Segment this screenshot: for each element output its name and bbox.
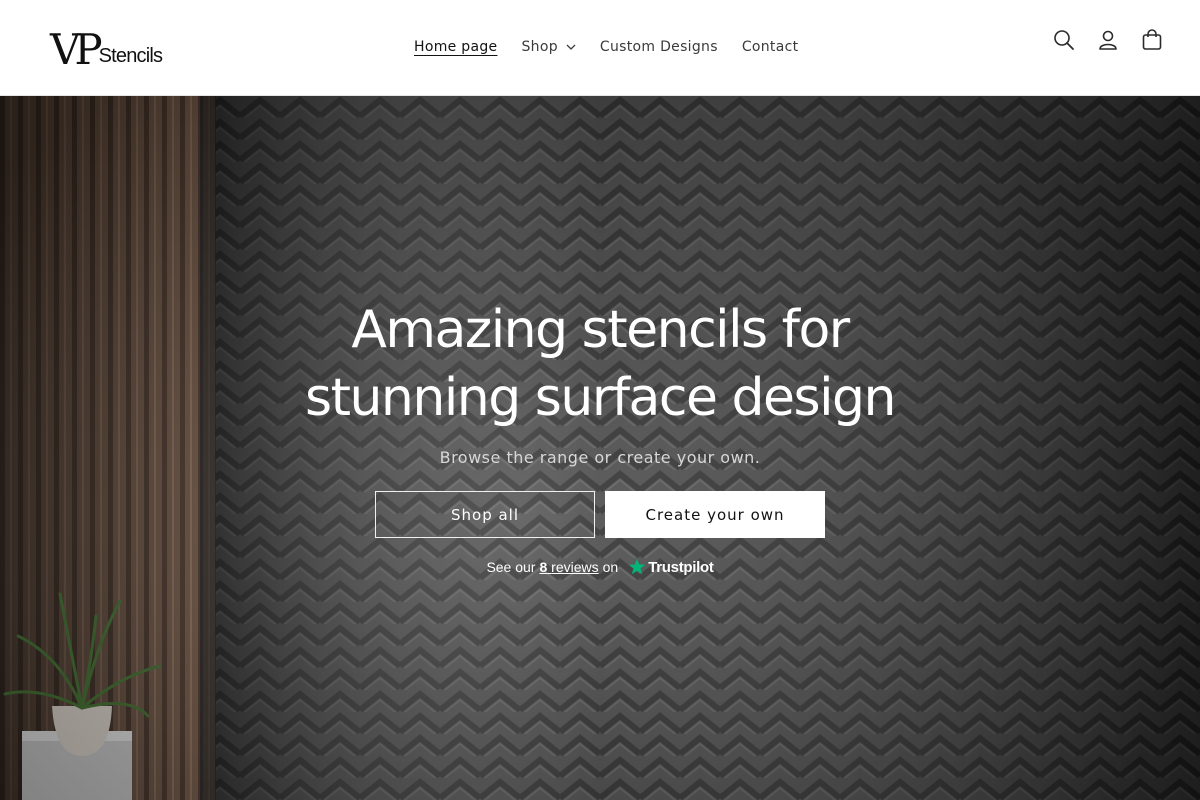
nav-item-label: Custom Designs [599, 39, 718, 55]
trustpilot-suffix: on [602, 559, 619, 575]
nav-item-label: Contact [741, 39, 799, 55]
nav-item-contact[interactable]: Contact [730, 39, 811, 55]
shop-all-button[interactable]: Shop all [375, 491, 595, 538]
nav-item-home[interactable]: Home page [402, 39, 509, 55]
header-icons [1052, 28, 1164, 52]
nav-item-custom-designs[interactable]: Custom Designs [588, 39, 730, 55]
trustpilot-prefix: See our [486, 559, 536, 575]
account-icon[interactable] [1096, 28, 1120, 52]
hero-subtitle: Browse the range or create your own. [439, 448, 761, 467]
nav-item-label: Home page [414, 39, 498, 55]
hero-banner: Amazing stencils for stunning surface de… [0, 96, 1200, 800]
logo-mark: VP [50, 25, 103, 74]
trustpilot-widget: See our 8 reviews on Trustpilot [0, 558, 1200, 576]
search-icon[interactable] [1052, 28, 1076, 52]
trustpilot-reviews-link[interactable]: 8 reviews [539, 559, 598, 575]
nav-item-shop[interactable]: Shop [509, 39, 587, 55]
logo-text: Stencils [98, 45, 163, 67]
trustpilot-logo[interactable]: Trustpilot [628, 558, 714, 576]
hero-buttons: Shop all Create your own [0, 491, 1200, 538]
chevron-down-icon [566, 44, 576, 50]
site-logo[interactable]: VP Stencils [50, 22, 180, 72]
nav-item-label: Shop [521, 39, 558, 55]
trustpilot-brand-text: Trustpilot [648, 558, 714, 576]
hero-title: Amazing stencils for stunning surface de… [304, 300, 897, 428]
cart-icon[interactable] [1140, 28, 1164, 52]
trustpilot-review-count: 8 [539, 559, 548, 575]
create-your-own-button[interactable]: Create your own [605, 491, 825, 538]
site-header: VP Stencils Home page Shop Custom Design… [0, 0, 1200, 96]
trustpilot-reviews-label: reviews [551, 559, 599, 575]
hero-content: Amazing stencils for stunning surface de… [0, 296, 1200, 576]
main-nav: Home page Shop Custom Designs Contact [402, 33, 810, 61]
star-icon [628, 558, 646, 575]
